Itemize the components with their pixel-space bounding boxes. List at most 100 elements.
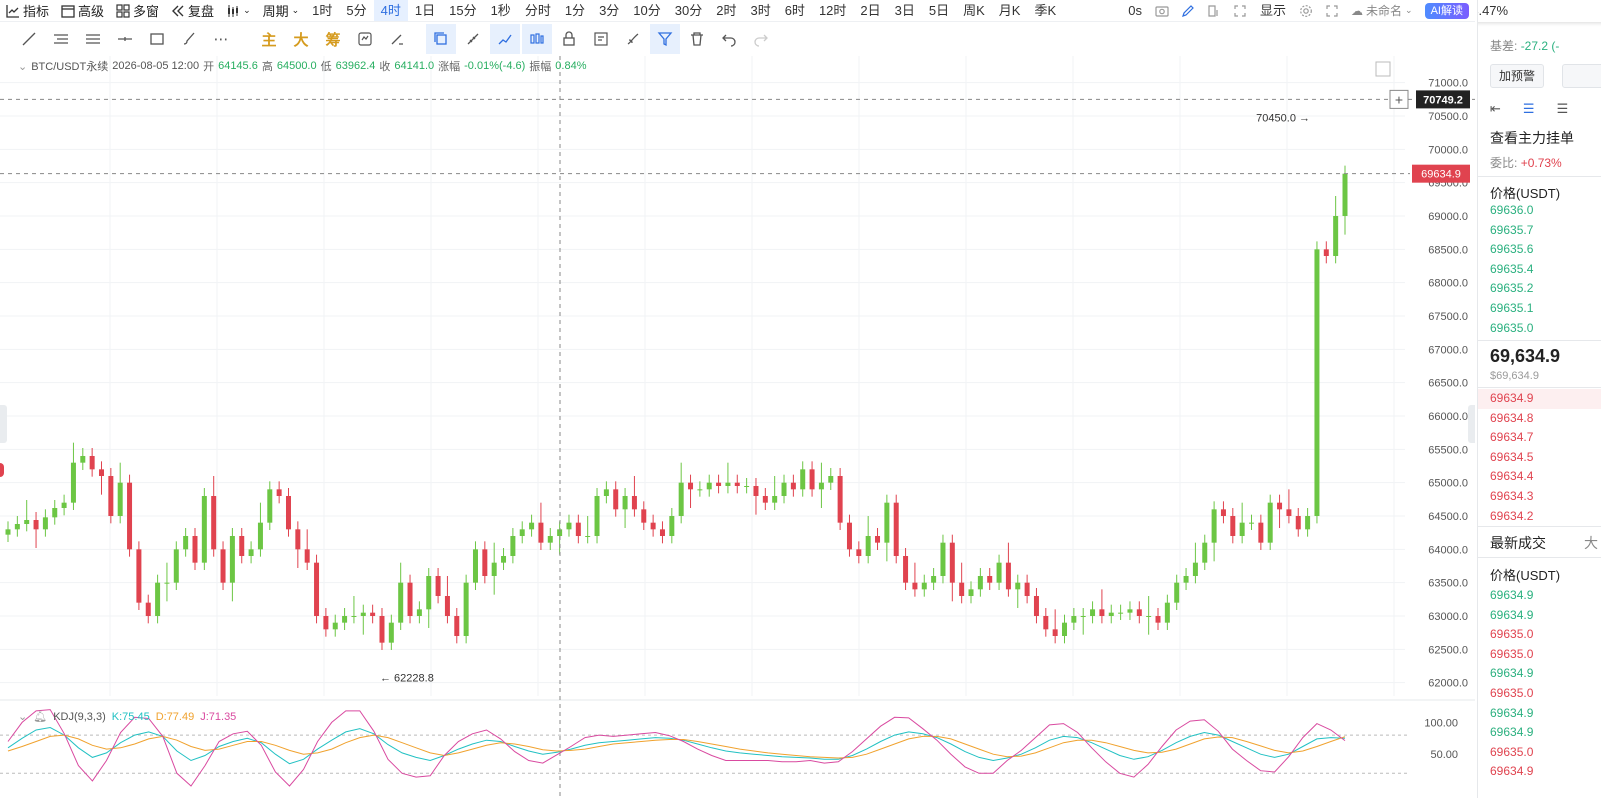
price-chart[interactable]: 71000.070500.070000.069500.069000.068500… [0,56,1475,798]
bid-row[interactable]: 69636.0 [1478,201,1601,221]
right-collapse-handle[interactable] [1468,405,1475,443]
edit-icon[interactable] [1175,4,1201,18]
interval-0[interactable]: 1时 [305,0,339,21]
interval-13[interactable]: 6时 [778,0,812,21]
orderbook-both-icon[interactable]: ⇤ [1490,101,1501,117]
display-button[interactable]: 显示 [1253,0,1293,21]
brush-tool[interactable] [174,24,204,54]
ask-row[interactable]: 69634.7 [1478,428,1601,448]
bell-icon[interactable]: 🔔︎ [33,710,47,723]
add-alert-button[interactable]: 加预警 [1490,64,1545,88]
large-order-button[interactable]: 大 [286,24,316,54]
secondary-button[interactable] [1562,64,1601,88]
candle-body [977,576,983,590]
interval-18[interactable]: 周K [956,0,992,21]
interval-14[interactable]: 12时 [812,0,853,21]
trade-row[interactable]: 69634.9 [1478,586,1601,606]
magnet-tool[interactable] [618,24,648,54]
main-force-button[interactable]: 主 [254,24,284,54]
interval-7[interactable]: 1分 [558,0,592,21]
interval-10[interactable]: 30分 [668,0,709,21]
settings-icon[interactable] [1293,4,1319,18]
candle-body [1342,173,1348,216]
measure-tool[interactable] [490,24,520,54]
interval-20[interactable]: 季K [1027,0,1063,21]
bid-row[interactable]: 69635.0 [1478,319,1601,339]
indicator-button[interactable]: 指标 [0,0,55,21]
orderbook-asks-icon[interactable]: ☰ [1557,101,1569,117]
left-collapse-handle[interactable] [0,405,7,443]
note-tool[interactable] [586,24,616,54]
candle-tool[interactable] [522,24,552,54]
replay-button[interactable]: 复盘 [165,0,220,21]
chart-type-button[interactable]: ⌄ [220,0,257,21]
interval-19[interactable]: 月K [992,0,1028,21]
eraser-tool[interactable] [382,24,412,54]
trash-tool[interactable] [682,24,712,54]
trade-row[interactable]: 69634.9 [1478,606,1601,626]
trade-row[interactable]: 69634.9 [1478,704,1601,724]
expand-icon[interactable] [1319,4,1345,18]
hline-tool[interactable] [110,24,140,54]
ask-row[interactable]: 69634.4 [1478,467,1601,487]
ask-row[interactable]: 69634.2 [1478,507,1601,527]
trade-row[interactable]: 69635.0 [1478,625,1601,645]
period-dropdown[interactable]: 周期 ⌄ [257,0,306,21]
line-tool[interactable] [14,24,44,54]
ask-row[interactable]: 69634.9 [1478,389,1601,409]
interval-12[interactable]: 3时 [743,0,777,21]
interval-6[interactable]: 分时 [518,0,558,21]
interval-2[interactable]: 4时 [373,0,408,21]
interval-3[interactable]: 1日 [408,0,442,21]
trade-row[interactable]: 69635.0 [1478,645,1601,665]
fullscreen-icon[interactable] [1227,4,1253,18]
interval-15[interactable]: 2日 [853,0,887,21]
hlines-tool[interactable] [46,24,76,54]
trade-row[interactable]: 69634.9 [1478,762,1601,782]
copy-tool[interactable] [426,24,456,54]
chip-button[interactable]: 筹 [318,24,348,54]
ask-row[interactable]: 69634.5 [1478,448,1601,468]
latest-trades-tab[interactable]: 最新成交 [1490,533,1546,553]
template-dropdown[interactable]: ☁ 未命名 ⌄ [1345,0,1419,21]
layout-icon[interactable] [1201,4,1227,18]
bid-row[interactable]: 69635.1 [1478,299,1601,319]
bid-row[interactable]: 69635.4 [1478,260,1601,280]
trade-row[interactable]: 69634.9 [1478,664,1601,684]
multi-window-button[interactable]: 多窗 [110,0,165,21]
interval-5[interactable]: 1秒 [484,0,518,21]
orderbook-bids-icon[interactable]: ☰ [1523,101,1535,117]
advanced-button[interactable]: 高级 [55,0,110,21]
ai-interpret-button[interactable]: AI解读 [1424,2,1469,19]
sync-tool[interactable] [350,24,380,54]
more-tool[interactable]: ⋯ [206,24,236,54]
interval-4[interactable]: 15分 [442,0,483,21]
chevron-down-icon[interactable]: ⌄ [18,710,27,723]
redo-tool[interactable] [746,24,776,54]
ask-row[interactable]: 69634.3 [1478,487,1601,507]
interval-9[interactable]: 10分 [626,0,667,21]
bid-row[interactable]: 69635.7 [1478,221,1601,241]
lock-tool[interactable] [554,24,584,54]
filter-tool[interactable] [650,24,680,54]
interval-11[interactable]: 2时 [709,0,743,21]
camera-icon[interactable] [1149,4,1175,18]
bid-row[interactable]: 69635.6 [1478,240,1601,260]
interval-16[interactable]: 3日 [888,0,922,21]
undo-tool[interactable] [714,24,744,54]
chart-area[interactable]: 71000.0 70500.0 70000.0 69500.0 69000.0 68500… [0,56,1475,798]
bid-row[interactable]: 69635.2 [1478,279,1601,299]
parallel-tool[interactable] [78,24,108,54]
trade-row[interactable]: 69635.0 [1478,743,1601,763]
ruler-tool[interactable] [458,24,488,54]
ask-row[interactable]: 69634.8 [1478,409,1601,429]
interval-1[interactable]: 5分 [339,0,373,21]
rect-tool[interactable] [142,24,172,54]
trade-row[interactable]: 69635.0 [1478,684,1601,704]
interval-8[interactable]: 3分 [592,0,626,21]
interval-17[interactable]: 5日 [922,0,956,21]
collapse-icon[interactable]: ⌄ [18,60,27,73]
main-orders-link[interactable]: 查看主力挂单 [1490,128,1574,148]
trade-row[interactable]: 69634.9 [1478,723,1601,743]
large-trades-tab[interactable]: 大 [1584,533,1598,553]
